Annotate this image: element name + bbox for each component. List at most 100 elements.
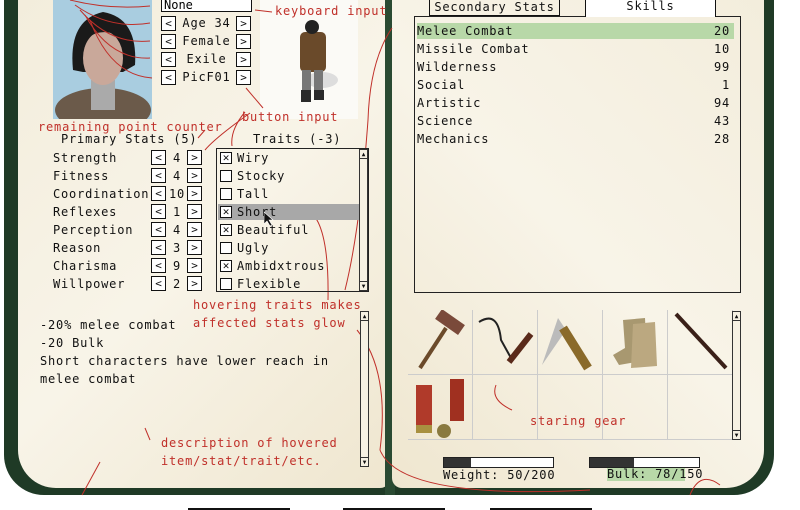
gear-slot[interactable]	[473, 375, 538, 440]
skill-name: Melee Combat	[417, 24, 514, 38]
gear-slot[interactable]	[408, 375, 473, 440]
trait-item[interactable]: ✕ Wiry	[218, 150, 359, 166]
stat-name[interactable]: Reflexes	[53, 204, 117, 220]
gear-slot[interactable]	[408, 309, 473, 375]
skills-list: Melee Combat 20 Missile Combat 10 Wilderness…	[414, 16, 741, 293]
weight-bar	[443, 457, 554, 468]
gear-slot[interactable]	[603, 375, 668, 440]
gear-slot[interactable]	[668, 375, 733, 440]
traits-scrollbar[interactable]: ▲ ▼	[359, 149, 368, 291]
scroll-up-icon[interactable]: ▲	[733, 312, 740, 321]
skill-value: 94	[713, 96, 730, 110]
stat-increase-button[interactable]: >	[187, 276, 202, 291]
stat-increase-button[interactable]: >	[187, 240, 202, 255]
scroll-down-icon[interactable]: ▼	[360, 281, 367, 290]
gear-slot[interactable]	[538, 375, 603, 440]
skill-row[interactable]: Social 1	[417, 77, 734, 93]
traits-title: Traits (-3)	[253, 132, 342, 146]
trait-item[interactable]: ✕ Beautiful	[218, 222, 359, 238]
skill-row[interactable]: Artistic 94	[417, 95, 734, 111]
skill-row[interactable]: Melee Combat 20	[417, 23, 734, 39]
stat-increase-button[interactable]: >	[187, 150, 202, 165]
stat-increase-button[interactable]: >	[187, 186, 202, 201]
gear-scrollbar[interactable]: ▲ ▼	[732, 311, 741, 440]
skill-value: 28	[713, 132, 730, 146]
gear-slot[interactable]	[603, 310, 668, 375]
stat-name[interactable]: Coordination	[53, 186, 149, 202]
trait-checkbox[interactable]: ✕	[220, 206, 232, 218]
trait-checkbox[interactable]: ✕	[220, 260, 232, 272]
stat-value: 3	[172, 241, 182, 255]
weight-label: Weight: 50/200	[443, 468, 556, 482]
stat-name[interactable]: Fitness	[53, 168, 109, 184]
stat-increase-button[interactable]: >	[187, 222, 202, 237]
baton-icon	[674, 312, 728, 370]
stat-increase-button[interactable]: >	[187, 258, 202, 273]
trait-item[interactable]: Tall	[218, 186, 359, 202]
skill-name: Social	[417, 78, 466, 92]
skill-name: Mechanics	[417, 132, 490, 146]
trait-item[interactable]: Stocky	[218, 168, 359, 184]
trait-checkbox[interactable]	[220, 242, 232, 254]
trait-item[interactable]: ✕ Short	[218, 204, 359, 220]
trait-label: Ugly	[237, 241, 270, 255]
stat-decrease-button[interactable]: <	[151, 186, 166, 201]
stat-decrease-button[interactable]: <	[151, 150, 166, 165]
stat-increase-button[interactable]: >	[187, 204, 202, 219]
bulk-label: Bulk: 78/150	[607, 467, 704, 481]
gear-slot[interactable]	[668, 310, 733, 375]
stat-value: 2	[172, 277, 182, 291]
stat-name[interactable]: Reason	[53, 240, 101, 256]
scroll-up-icon[interactable]: ▲	[360, 150, 367, 159]
stat-decrease-button[interactable]: <	[151, 222, 166, 237]
stat-decrease-button[interactable]: <	[151, 204, 166, 219]
stat-decrease-button[interactable]: <	[151, 276, 166, 291]
trait-item[interactable]: ✕ Ambidxtrous	[218, 258, 359, 274]
trait-checkbox[interactable]: ✕	[220, 224, 232, 236]
trait-label: Stocky	[237, 169, 286, 183]
stat-name[interactable]: Perception	[53, 222, 133, 238]
skill-name: Missile Combat	[417, 42, 530, 56]
trait-checkbox[interactable]: ✕	[220, 152, 232, 164]
trait-item[interactable]: Flexible	[218, 276, 359, 292]
trait-item[interactable]: Ugly	[218, 240, 359, 256]
stat-value: 1	[172, 205, 182, 219]
description-line: -20% melee combat	[40, 318, 177, 332]
traits-list: ✕ Wiry Stocky Tall ✕ Short ✕ Beautiful Ugly ✕ Ambi…	[216, 148, 369, 292]
trait-checkbox[interactable]	[220, 170, 232, 182]
scroll-up-icon[interactable]: ▲	[361, 312, 368, 321]
description-line: Short characters have lower reach in	[40, 354, 329, 368]
knife-icon	[542, 318, 592, 371]
stat-name[interactable]: Charisma	[53, 258, 117, 274]
stat-decrease-button[interactable]: <	[151, 240, 166, 255]
stat-decrease-button[interactable]: <	[151, 168, 166, 183]
hook-icon	[478, 317, 534, 364]
boots-icon	[613, 318, 657, 368]
stat-value: 4	[172, 151, 182, 165]
trait-checkbox[interactable]	[220, 188, 232, 200]
skill-row[interactable]: Science 43	[417, 113, 734, 129]
skill-row[interactable]: Wilderness 99	[417, 59, 734, 75]
trait-checkbox[interactable]	[220, 278, 232, 290]
scroll-down-icon[interactable]: ▼	[733, 430, 740, 439]
scroll-down-icon[interactable]: ▼	[361, 457, 368, 466]
stat-increase-button[interactable]: >	[187, 168, 202, 183]
skill-row[interactable]: Missile Combat 10	[417, 41, 734, 57]
stat-value: 4	[172, 223, 182, 237]
gear-slot[interactable]	[473, 310, 538, 375]
tab-secondary-stats[interactable]: Secondary Stats	[429, 0, 560, 16]
description-scrollbar[interactable]: ▲ ▼	[360, 311, 369, 467]
stat-name[interactable]: Strength	[53, 150, 117, 166]
skill-row[interactable]: Mechanics 28	[417, 131, 734, 147]
stat-value: 4	[172, 169, 182, 183]
trait-label: Tall	[237, 187, 270, 201]
gear-slot[interactable]	[538, 310, 603, 375]
trait-label: Ambidxtrous	[237, 259, 326, 273]
stat-decrease-button[interactable]: <	[151, 258, 166, 273]
skill-value: 99	[713, 60, 730, 74]
stat-name[interactable]: Willpower	[53, 276, 125, 292]
skill-value: 1	[721, 78, 730, 92]
description-line: -20 Bulk	[40, 336, 105, 350]
trait-label: Wiry	[237, 151, 270, 165]
tab-skills[interactable]: Skills	[585, 0, 716, 17]
